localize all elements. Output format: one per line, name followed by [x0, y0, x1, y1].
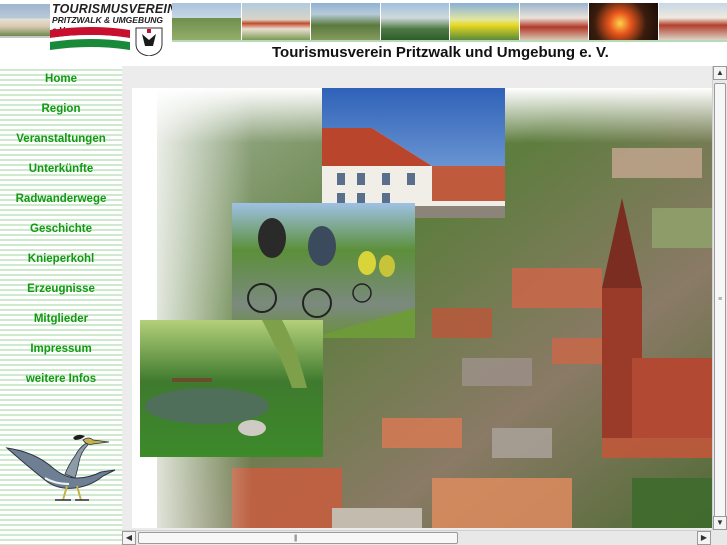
nav-item-erzeugnisse[interactable]: Erzeugnisse	[0, 275, 122, 305]
header-photo-strip	[172, 3, 727, 40]
vertical-scroll-thumb[interactable]: ≡	[714, 83, 726, 523]
nav-item-mitglieder[interactable]: Mitglieder	[0, 305, 122, 335]
vertical-scrollbar[interactable]: ▲ ≡ ▼	[712, 66, 727, 531]
nav-item-unterkuenfte[interactable]: Unterkünfte	[0, 155, 122, 185]
sidebar: Home Region Veranstaltungen Unterkünfte …	[0, 66, 122, 545]
content-frame	[122, 66, 727, 545]
horizontal-scrollbar[interactable]: ◀ ||| ▶	[122, 530, 712, 545]
page-title: Tourismusverein Pritzwalk und Umgebung e…	[272, 44, 609, 61]
photo-collage	[132, 88, 712, 528]
nav-item-weitere-infos[interactable]: weitere Infos	[0, 365, 122, 395]
nav-item-radwanderwege[interactable]: Radwanderwege	[0, 185, 122, 215]
horizontal-scroll-thumb[interactable]: |||	[138, 532, 458, 544]
site-logo[interactable]: TOURISMUSVEREIN PRITZWALK & UMGEBUNG e.V…	[0, 0, 176, 66]
content-area[interactable]	[132, 88, 712, 528]
main-navigation: Home Region Veranstaltungen Unterkünfte …	[0, 66, 122, 395]
logo-title: TOURISMUSVEREIN	[52, 2, 177, 16]
arrow-right-icon[interactable]: ▶	[697, 531, 711, 545]
nav-item-impressum[interactable]: Impressum	[0, 335, 122, 365]
photo-historic-building	[322, 88, 505, 218]
photo-park-pond	[140, 320, 323, 457]
flag-ribbon-icon	[50, 27, 163, 56]
header-divider	[172, 40, 727, 42]
nav-item-veranstaltungen[interactable]: Veranstaltungen	[0, 125, 122, 155]
nav-item-geschichte[interactable]: Geschichte	[0, 215, 122, 245]
nav-item-region[interactable]: Region	[0, 95, 122, 125]
heron-cyclist-icon	[5, 434, 116, 501]
nav-item-home[interactable]: Home	[0, 65, 122, 95]
town-crest-icon	[135, 27, 163, 56]
page-header: TOURISMUSVEREIN PRITZWALK & UMGEBUNG e.V…	[0, 0, 727, 66]
nav-item-knieperkohl[interactable]: Knieperkohl	[0, 245, 122, 275]
scrollbar-corner	[712, 530, 727, 545]
photo-cyclists	[232, 203, 415, 338]
arrow-up-icon[interactable]: ▲	[713, 66, 727, 80]
logo-building-photo	[0, 4, 50, 38]
arrow-down-icon[interactable]: ▼	[713, 516, 727, 530]
arrow-left-icon[interactable]: ◀	[122, 531, 136, 545]
